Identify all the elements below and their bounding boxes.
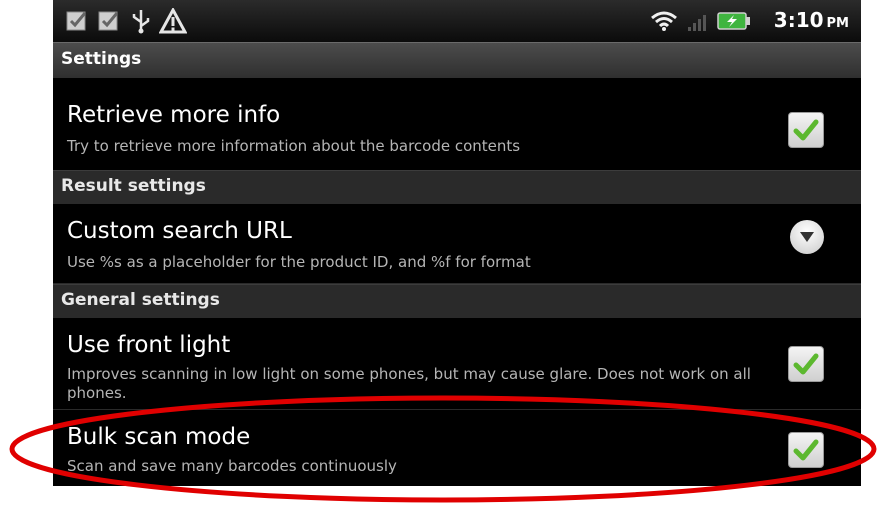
pref-title: Use front light	[67, 332, 231, 358]
category-general-settings: General settings	[53, 284, 861, 318]
usb-icon	[132, 10, 150, 34]
checkbox-notification-icon	[66, 11, 87, 31]
status-bar: 3:10 PM	[53, 0, 861, 42]
clock-time: 3:10	[773, 8, 824, 32]
use-front-light-checkbox[interactable]	[788, 346, 824, 382]
battery-charging-icon	[717, 12, 750, 30]
page-title: Settings	[61, 49, 142, 69]
title-bar: Settings	[53, 42, 861, 78]
dropdown-arrow-icon[interactable]	[790, 220, 824, 254]
pref-retrieve-more-info[interactable]: Retrieve more info Try to retrieve more …	[53, 88, 861, 171]
checkbox-notification-icon	[98, 11, 119, 31]
category-result-settings: Result settings	[53, 170, 861, 204]
pref-custom-search-url[interactable]: Custom search URL Use %s as a placeholde…	[53, 204, 861, 284]
checkmark-icon	[793, 119, 819, 141]
status-clock: 3:10 PM	[774, 8, 849, 32]
pref-title: Retrieve more info	[67, 102, 281, 128]
wifi-icon	[651, 11, 677, 31]
pref-summary: Use %s as a placeholder for the product …	[67, 253, 531, 271]
signal-icon	[688, 15, 706, 31]
retrieve-more-info-checkbox[interactable]	[788, 112, 824, 148]
clock-ampm: PM	[826, 16, 849, 31]
checkmark-icon	[793, 353, 819, 375]
category-label: General settings	[61, 290, 220, 310]
pref-title: Custom search URL	[67, 218, 292, 244]
pref-summary: Try to retrieve more information about t…	[67, 137, 521, 155]
warning-icon	[159, 8, 187, 34]
category-label: Result settings	[61, 176, 206, 196]
highlight-ellipse	[9, 395, 877, 503]
